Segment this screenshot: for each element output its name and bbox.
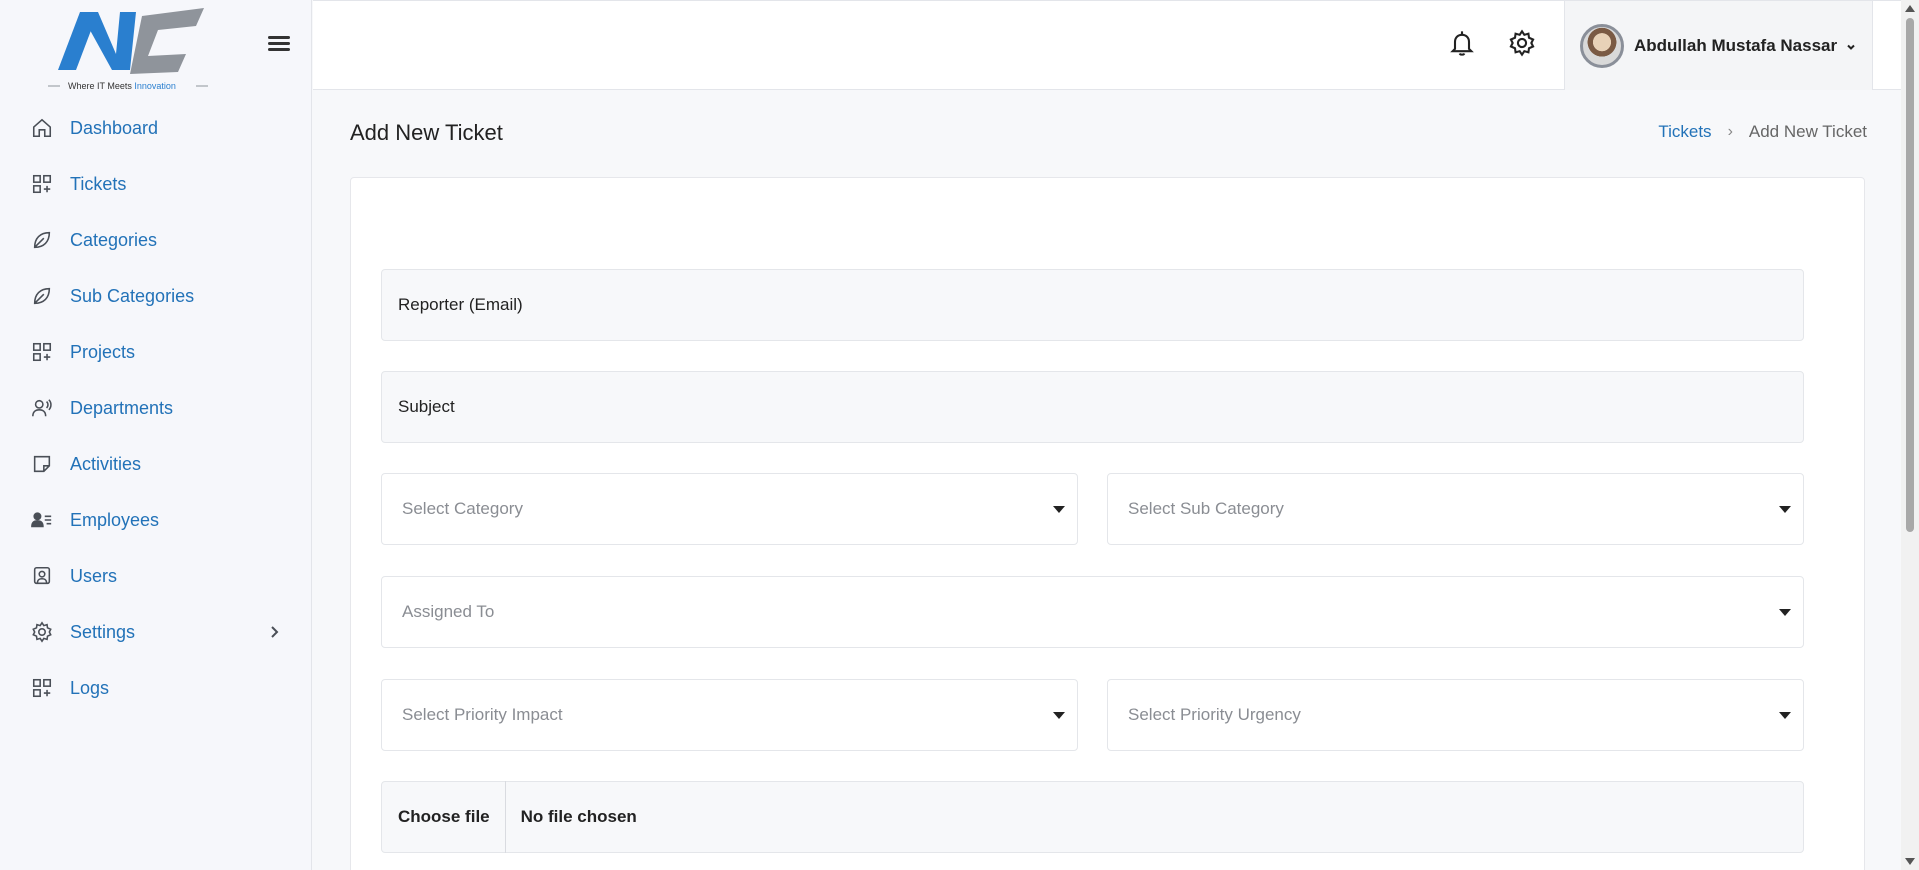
user-menu[interactable]: Abdullah Mustafa Nassar [1564,1,1873,90]
priority-urgency-select[interactable]: Select Priority Urgency [1107,679,1804,751]
sidebar-item-projects[interactable]: Projects [0,324,312,380]
leaf-icon [30,228,54,252]
category-placeholder: Select Category [402,499,523,518]
breadcrumb-tickets-link[interactable]: Tickets [1658,122,1711,142]
caret-down-icon [1779,609,1791,616]
sidebar-item-label: Activities [70,453,142,474]
reporter-email-value: Reporter (Email) [398,295,523,314]
file-upload-field: Choose file No file chosen [381,781,1804,853]
subject-value: Subject [398,397,455,416]
bell-icon[interactable] [1448,29,1478,59]
leaf-icon [30,284,54,308]
gear-icon[interactable] [1508,29,1538,59]
scroll-thumb[interactable] [1906,18,1914,532]
sidebar-nav: Dashboard Tickets Categories Sub Categor… [0,100,312,716]
sidebar-item-label: Projects [70,341,136,362]
sidebar-item-label: Tickets [70,173,127,194]
sidebar-item-categories[interactable]: Categories [0,212,312,268]
breadcrumb-current: Add New Ticket [1748,122,1867,141]
sidebar: Where IT Meets Innovation Dashboard Tick… [0,0,312,870]
sidebar-item-label: Settings [70,621,136,642]
caret-down-icon [1779,712,1791,719]
scroll-up-icon[interactable] [1905,5,1915,12]
file-status: No file chosen [520,807,637,826]
caret-down-icon [1053,506,1065,513]
chevron-right-icon [266,624,282,640]
sidebar-item-label: Employees [70,509,160,530]
choose-file-button[interactable]: Choose file [398,781,506,853]
sub-category-select[interactable]: Select Sub Category [1107,473,1804,545]
page-scrollbar[interactable] [1901,0,1919,870]
home-icon [30,116,54,140]
sidebar-item-employees[interactable]: Employees [0,492,312,548]
gear-icon [30,620,54,644]
sidebar-item-sub-categories[interactable]: Sub Categories [0,268,312,324]
sidebar-item-tickets[interactable]: Tickets [0,156,312,212]
sidebar-item-departments[interactable]: Departments [0,380,312,436]
logo-tagline: Where IT Meets Innovation [68,81,176,91]
sidebar-item-settings[interactable]: Settings [0,604,312,660]
reporter-email-field[interactable]: Reporter (Email) [381,269,1804,341]
sidebar-item-label: Users [70,565,118,586]
sidebar-item-label: Categories [70,229,158,250]
avatar [1580,23,1624,68]
priority-impact-placeholder: Select Priority Impact [402,705,563,724]
sidebar-item-logs[interactable]: Logs [0,660,312,716]
sidebar-item-label: Departments [70,397,174,418]
priority-impact-select[interactable]: Select Priority Impact [381,679,1078,751]
ticket-form-card: Reporter (Email) Subject Select Category… [350,177,1865,870]
chevron-right-icon: › [1727,123,1733,140]
sidebar-item-dashboard[interactable]: Dashboard [0,100,312,156]
menu-toggle-icon[interactable] [268,33,290,55]
priority-urgency-placeholder: Select Priority Urgency [1128,705,1301,724]
assigned-to-select[interactable]: Assigned To [381,576,1804,648]
sidebar-item-activities[interactable]: Activities [0,436,312,492]
sidebar-item-label: Logs [70,677,110,698]
grid-plus-icon [30,340,54,364]
sidebar-item-users[interactable]: Users [0,548,312,604]
user-list-icon [30,508,54,532]
assigned-to-placeholder: Assigned To [402,602,495,621]
page-title: Add New Ticket [350,120,503,145]
company-logo[interactable]: Where IT Meets Innovation [46,4,212,92]
subject-field[interactable]: Subject [381,371,1804,443]
caret-down-icon [1053,712,1065,719]
user-badge-icon [30,564,54,588]
sub-category-placeholder: Select Sub Category [1128,499,1284,518]
scroll-down-icon[interactable] [1905,858,1915,865]
sidebar-item-label: Dashboard [70,117,159,138]
grid-plus-icon [30,676,54,700]
category-select[interactable]: Select Category [381,473,1078,545]
caret-down-icon [1779,506,1791,513]
user-name: Abdullah Mustafa Nassar [1634,35,1838,55]
top-header: Abdullah Mustafa Nassar [313,0,1901,90]
breadcrumb: Tickets › Add New Ticket [1658,122,1867,142]
chevron-down-icon [1845,40,1857,52]
sidebar-item-label: Sub Categories [70,285,195,306]
sticky-note-icon [30,452,54,476]
user-voice-icon [30,396,54,420]
grid-plus-icon [30,172,54,196]
